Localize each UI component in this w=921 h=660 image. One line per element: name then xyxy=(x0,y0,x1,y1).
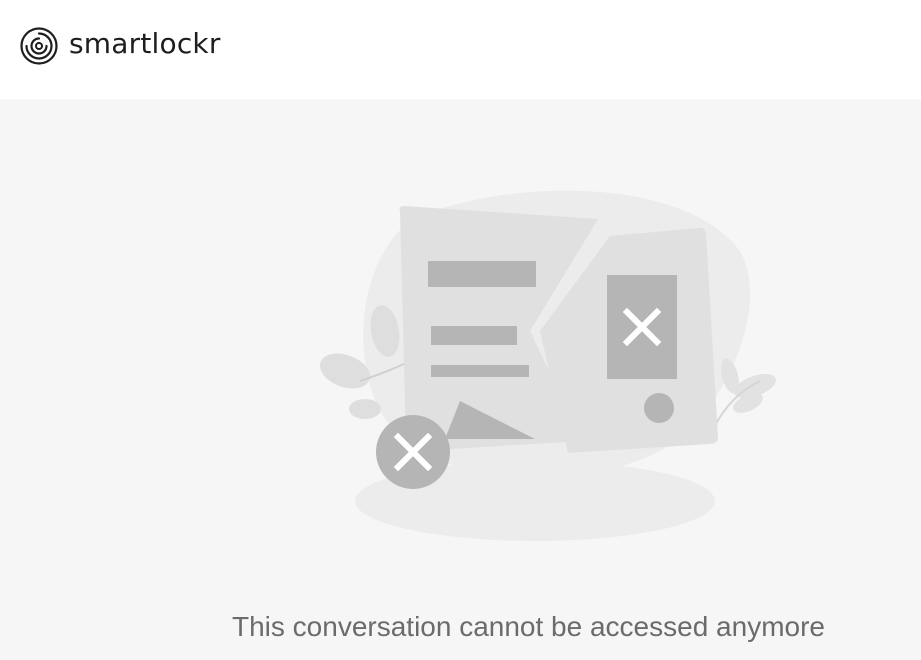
concentric-circles-logo-icon xyxy=(20,27,58,65)
broken-document-error-illustration xyxy=(319,190,776,541)
brand-logo[interactable]: smartlockr xyxy=(20,27,221,65)
error-badge-icon xyxy=(376,415,450,489)
document-line-2 xyxy=(431,365,529,377)
document-dot xyxy=(644,393,674,423)
main-content: This conversation cannot be accessed any… xyxy=(0,99,921,660)
right-leaves xyxy=(714,358,776,427)
brand-name: smartlockr xyxy=(69,27,221,60)
access-denied-message: This conversation cannot be accessed any… xyxy=(232,611,825,642)
app-header: smartlockr xyxy=(0,0,921,99)
document-heading-bar xyxy=(428,261,536,287)
document-line-1 xyxy=(431,326,517,345)
